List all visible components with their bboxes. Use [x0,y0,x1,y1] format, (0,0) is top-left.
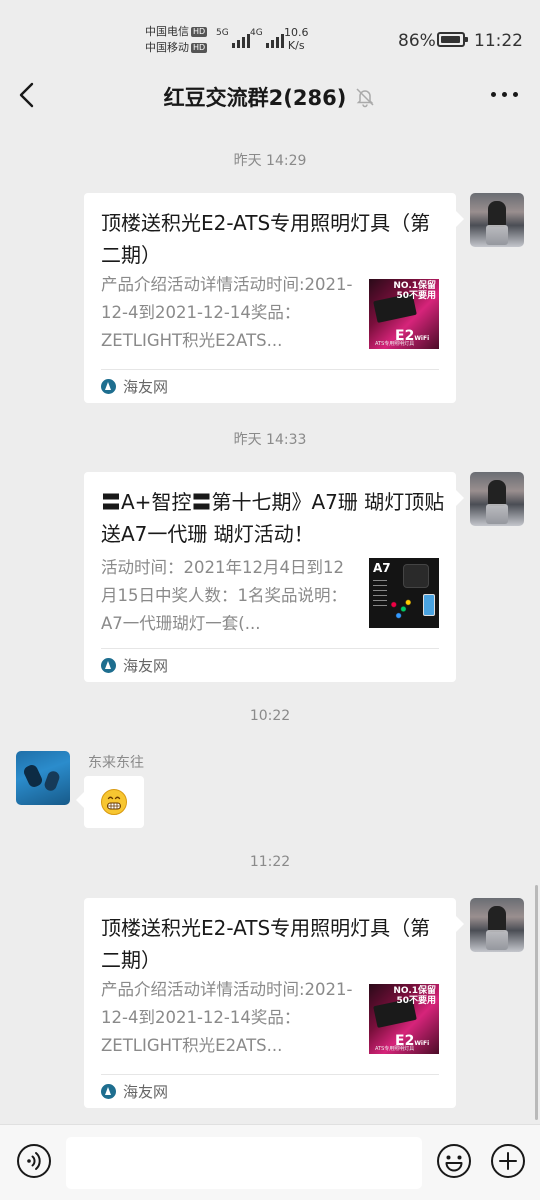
signal-5g-icon: 5G [216,28,250,48]
message-input[interactable] [66,1137,422,1189]
chat-title: 红豆交流群2(286) [163,86,347,110]
card-source: 海友网 [101,376,168,397]
battery-percent: 86% [398,31,436,51]
chat-header: 红豆交流群2(286) [0,70,540,122]
voice-icon [17,1144,51,1178]
card-description: 活动时间：2021年12月4日到12月15日中奖人数：1名奖品说明：A7一代珊瑚… [101,558,347,633]
card-description: 产品介绍活动详情活动时间:2021-12-4到2021-12-14奖品：ZETL… [101,275,353,350]
more-button[interactable] [491,92,518,97]
link-card[interactable]: 顶楼送积光E2-ATS专用照明灯具（第二期） 产品介绍活动详情活动时间:2021… [84,898,464,1108]
card-title: 顶楼送积光E2-ATS专用照明灯具（第二期） [101,916,431,972]
source-logo-icon [101,1084,116,1099]
sender-name: 东来东往 [88,755,144,771]
avatar[interactable] [470,472,524,526]
grinning-teeth-emoji-icon [101,789,127,815]
sender-avatar[interactable] [16,751,70,805]
smiley-icon [437,1144,471,1178]
carrier-1: 中国电信 [145,25,189,38]
signal-4g-icon: 4G [250,28,284,48]
hd-badge-2: HD [191,43,208,53]
link-card[interactable]: 顶楼送积光E2-ATS专用照明灯具（第二期） 产品介绍活动详情活动时间:2021… [84,193,464,403]
plus-circle-icon [491,1144,525,1178]
battery-icon [437,32,468,47]
scrollbar[interactable] [535,885,538,1120]
emoji-message[interactable] [76,776,144,828]
card-title: 〓A+智控〓第十七期》A7珊 瑚灯顶贴送A7一代珊 瑚灯活动！ [101,490,445,546]
timestamp: 昨天 14:29 [233,153,307,169]
voice-button[interactable] [16,1143,52,1179]
card-thumbnail: NO.1保留 50不要用 E2WiFi ATS专用照明灯具 [369,984,439,1054]
timestamp: 10:22 [249,708,291,724]
status-time: 11:22 [474,31,523,51]
source-logo-icon [101,658,116,673]
hd-badge-1: HD [191,27,208,37]
source-logo-icon [101,379,116,394]
card-thumbnail: A7 [369,558,439,628]
carrier-info: 中国电信 HD 中国移动 HD [145,24,208,56]
timestamp: 昨天 14:33 [233,432,307,448]
card-description: 产品介绍活动详情活动时间:2021-12-4到2021-12-14奖品：ZETL… [101,980,353,1055]
avatar[interactable] [470,898,524,952]
input-bar [0,1124,540,1200]
carrier-2: 中国移动 [145,41,189,54]
card-source: 海友网 [101,1081,168,1102]
emoji-button[interactable] [436,1143,472,1179]
bell-off-icon [356,88,374,108]
more-horizontal-icon [491,92,496,97]
card-title: 顶楼送积光E2-ATS专用照明灯具（第二期） [101,211,431,267]
avatar[interactable] [470,193,524,247]
more-actions-button[interactable] [490,1143,526,1179]
timestamp: 11:22 [249,854,291,870]
card-thumbnail: NO.1保留 50不要用 E2WiFi ATS专用照明灯具 [369,279,439,349]
status-bar: 中国电信 HD 中国移动 HD 5G 4G 10.6 K/s 86% 11:22 [0,0,540,70]
card-source: 海友网 [101,655,168,676]
network-speed: 10.6 K/s [284,26,309,52]
link-card[interactable]: 〓A+智控〓第十七期》A7珊 瑚灯顶贴送A7一代珊 瑚灯活动！ 活动时间：202… [84,472,464,682]
